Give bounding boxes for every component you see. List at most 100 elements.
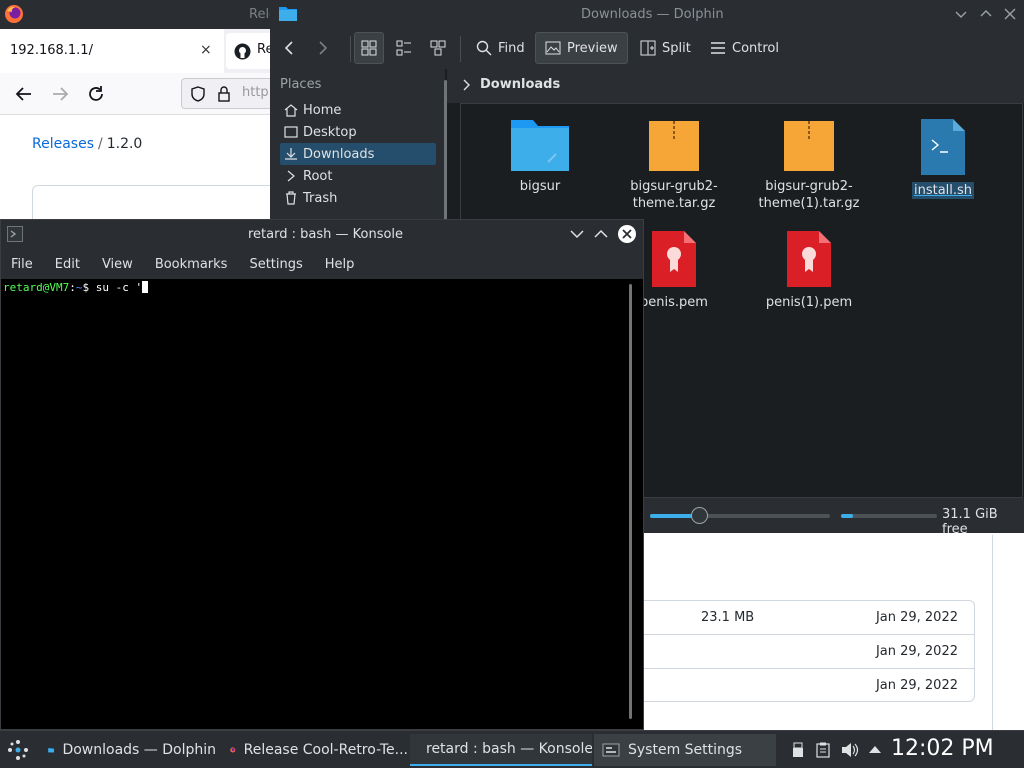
places-item-label: Trash [303, 190, 338, 206]
konsole-window: retard : bash — Konsole File Edit View B… [0, 219, 644, 730]
prompt-user: retard@VM7 [3, 281, 70, 294]
konsole-titlebar[interactable]: retard : bash — Konsole [1, 220, 643, 249]
task-konsole[interactable]: retard : bash — Konsole [410, 734, 592, 766]
close-icon[interactable] [617, 224, 637, 244]
prompt-separator: : [69, 281, 76, 294]
url-text: http [242, 85, 269, 100]
typed-command: su -c ' [95, 281, 143, 294]
task-label: System Settings [628, 742, 743, 758]
settings-icon [602, 743, 620, 757]
location-breadcrumb[interactable]: Downloads [480, 77, 560, 92]
releases-link[interactable]: Releases [32, 136, 94, 152]
find-button[interactable]: Find [472, 32, 529, 64]
icons-view-button[interactable] [354, 32, 384, 64]
split-view-icon [640, 40, 656, 56]
firefox-tab-router[interactable]: 192.168.1.1/ × [0, 29, 224, 73]
terminal-scrollbar[interactable] [629, 284, 632, 719]
details-view-button[interactable] [426, 32, 450, 64]
dolphin-titlebar[interactable]: Downloads — Dolphin [270, 0, 1024, 29]
toolbar-separator [350, 36, 351, 62]
usb-device-icon[interactable] [792, 742, 804, 758]
preview-button[interactable]: Preview [535, 32, 628, 64]
task-dolphin[interactable]: Downloads — Dolphin [40, 734, 216, 766]
menu-file[interactable]: File [11, 257, 33, 272]
file-item[interactable]: bigsur-grub2- theme.tar.gz [609, 118, 739, 212]
clock[interactable]: 12:02 PM [891, 736, 994, 761]
zoom-slider[interactable] [650, 514, 830, 518]
task-system-settings[interactable]: System Settings [594, 734, 776, 766]
control-button[interactable]: Control [706, 32, 783, 64]
tab-label: 192.168.1.1/ [10, 43, 93, 58]
text-cursor [142, 281, 149, 293]
compact-view-button[interactable] [392, 32, 416, 64]
minimize-icon[interactable] [570, 228, 584, 240]
location-bar[interactable]: Downloads [447, 69, 1024, 103]
split-button[interactable]: Split [636, 32, 695, 64]
places-item-label: Downloads [303, 146, 375, 162]
back-icon[interactable] [14, 84, 34, 104]
zoom-slider-handle[interactable] [691, 507, 708, 524]
terminal-icon [7, 226, 23, 242]
dolphin-folder-icon [278, 5, 298, 22]
close-icon[interactable] [1004, 8, 1016, 20]
free-space-label: 31.1 GiB free [942, 507, 998, 537]
app-launcher-icon[interactable] [6, 738, 30, 762]
clipboard-icon[interactable] [816, 742, 830, 758]
file-item[interactable]: penis(1).pem [744, 230, 874, 311]
search-icon [476, 40, 492, 56]
file-item[interactable]: bigsur-grub2- theme(1).tar.gz [744, 118, 874, 212]
menu-edit[interactable]: Edit [55, 257, 80, 272]
asset-row[interactable]: 23.1 MB Jan 29, 2022 [631, 601, 974, 635]
url-bar[interactable]: http [181, 78, 281, 109]
places-item-downloads[interactable]: Downloads [280, 143, 436, 165]
breadcrumb-separator: / [98, 136, 103, 152]
icons-view-icon [361, 40, 377, 56]
menu-settings[interactable]: Settings [249, 257, 302, 272]
chevron-right-icon[interactable] [463, 79, 471, 91]
file-item-selected[interactable]: install.sh [878, 118, 1008, 199]
maximize-icon[interactable] [980, 8, 992, 20]
asset-row[interactable]: Jan 29, 2022 [631, 635, 974, 669]
places-item-label: Root [303, 168, 333, 184]
places-item-root[interactable]: Root [280, 165, 436, 187]
forward-button[interactable] [316, 32, 338, 64]
back-button[interactable] [282, 32, 304, 64]
asset-row[interactable]: Jan 29, 2022 [631, 669, 974, 703]
toolbar-separator [460, 36, 461, 62]
menu-bookmarks[interactable]: Bookmarks [155, 257, 228, 272]
menu-help[interactable]: Help [325, 257, 355, 272]
places-item-desktop[interactable]: Desktop [280, 121, 436, 143]
tab-close-icon[interactable]: × [200, 42, 212, 58]
tray-expand-icon[interactable] [868, 744, 882, 754]
places-item-label: Home [303, 102, 342, 118]
shell-script-icon [921, 119, 965, 175]
forward-icon[interactable] [50, 84, 70, 104]
konsole-window-title: retard : bash — Konsole [248, 227, 404, 242]
reload-icon[interactable] [86, 84, 106, 104]
places-heading: Places [280, 77, 322, 92]
volume-icon[interactable] [841, 742, 859, 758]
file-name: install.sh [911, 182, 975, 199]
firefox-icon [4, 4, 24, 24]
file-name: bigsur [519, 179, 561, 194]
lock-icon[interactable] [216, 86, 232, 102]
firefox-tab-github[interactable]: Re [226, 33, 276, 69]
file-item[interactable]: bigsur [475, 118, 605, 195]
task-label: Release Cool-Retro-Te... [243, 742, 408, 758]
konsole-menubar: File Edit View Bookmarks Settings Help [1, 249, 643, 279]
firefox-icon [230, 747, 236, 753]
control-label: Control [732, 40, 779, 56]
task-label: Downloads — Dolphin [62, 742, 216, 758]
places-item-trash[interactable]: Trash [280, 187, 436, 209]
maximize-icon[interactable] [594, 228, 608, 240]
places-item-home[interactable]: Home [280, 99, 436, 121]
task-firefox[interactable]: Release Cool-Retro-Te... [222, 734, 408, 766]
desktop-icon [284, 126, 298, 138]
file-name: penis(1).pem [765, 295, 853, 310]
root-folder-icon [287, 170, 295, 182]
minimize-icon[interactable] [955, 8, 967, 20]
download-icon [285, 148, 297, 160]
terminal-area[interactable]: retard@VM7:~$ su -c ' [1, 279, 643, 729]
tracking-protection-icon[interactable] [190, 86, 206, 102]
menu-view[interactable]: View [102, 257, 133, 272]
